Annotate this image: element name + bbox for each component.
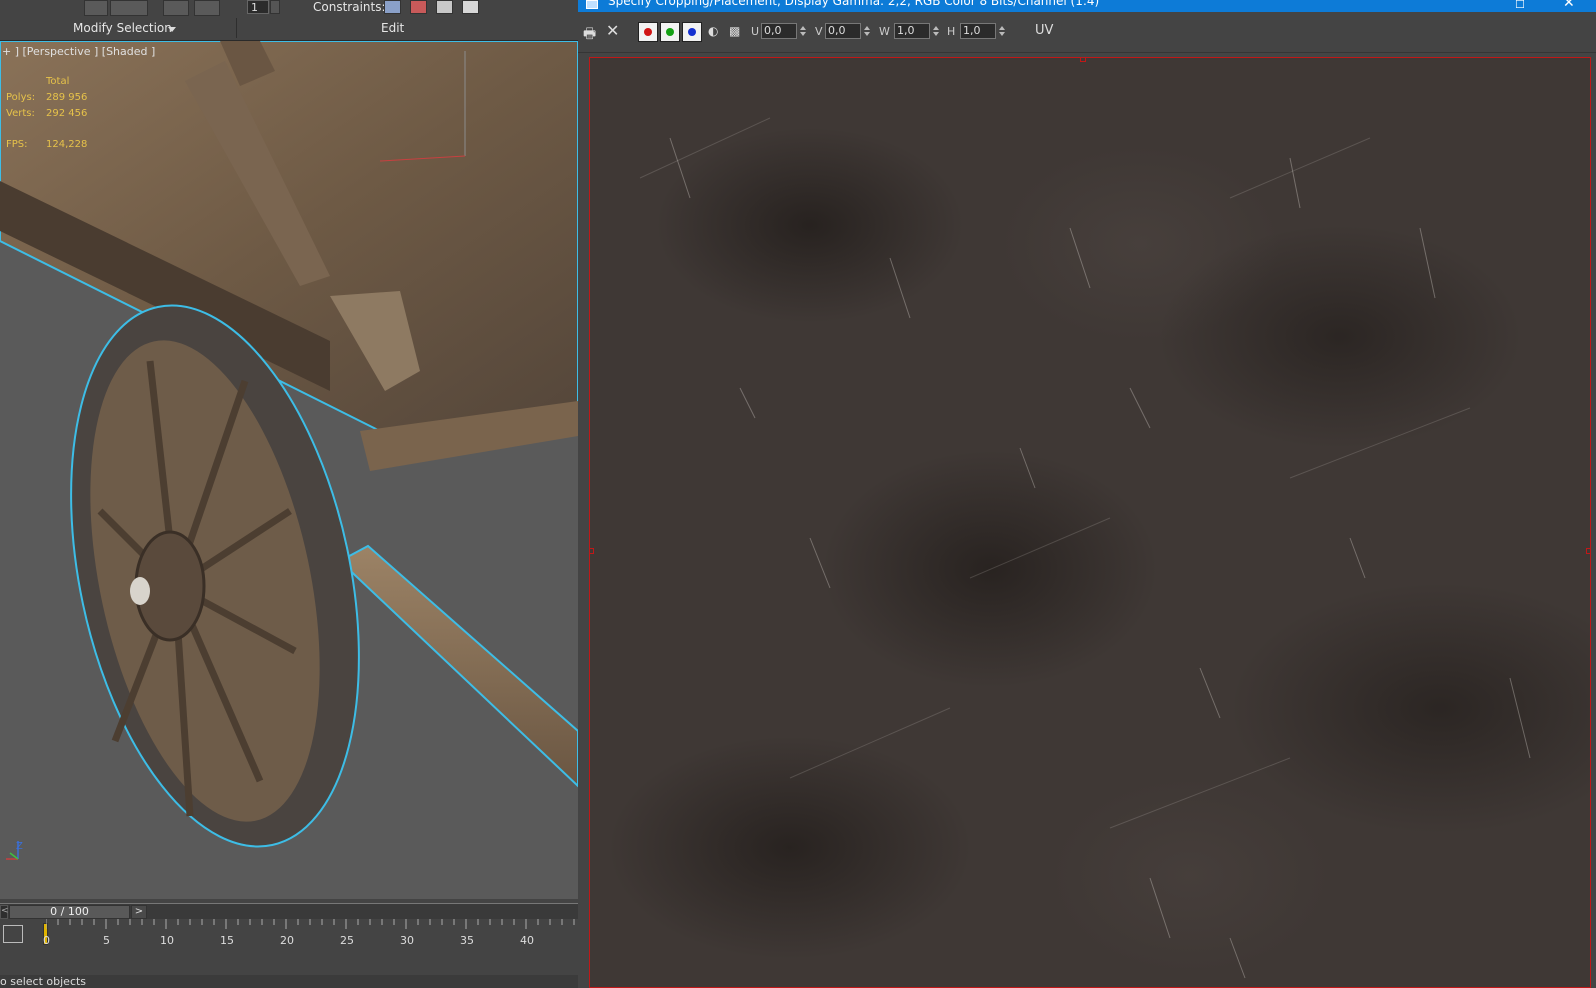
height-field[interactable]: 1,0 <box>960 23 996 39</box>
u-offset-field[interactable]: 0,0 <box>761 23 797 39</box>
green-channel-icon <box>666 28 674 36</box>
stats-total-header: Total <box>46 76 70 87</box>
cart-shaft <box>338 544 578 788</box>
stats-fps-value: 124,228 <box>46 139 88 150</box>
v-offset-field[interactable]: 0,0 <box>825 23 861 39</box>
red-channel-toggle[interactable] <box>638 22 658 42</box>
v-spinner-arrows[interactable] <box>863 23 871 39</box>
constraint-face-icon[interactable] <box>436 0 453 14</box>
monochrome-icon[interactable]: ◐ <box>708 24 718 38</box>
tick-label: 40 <box>520 934 534 947</box>
ribbon-button[interactable] <box>84 0 108 16</box>
time-slider[interactable]: < 0 / 100 > <box>0 903 578 920</box>
spinner-arrows[interactable] <box>270 0 280 14</box>
window-title: Specify Cropping/Placement, Display Gamm… <box>608 0 1100 8</box>
h-label: H <box>947 25 956 38</box>
edit-section-label[interactable]: Edit <box>381 20 404 36</box>
tick-label: 35 <box>460 934 474 947</box>
clear-background-icon[interactable]: ▩ <box>729 24 740 38</box>
curve-editor-icon[interactable] <box>3 925 23 943</box>
stats-verts-value: 292 456 <box>46 108 88 119</box>
constraint-edge-icon[interactable] <box>410 0 427 14</box>
max-main-area: 1 Constraints: Modify Selection Edit +]… <box>0 0 578 988</box>
stats-verts-label: Verts: <box>6 108 35 119</box>
time-slider-thumb[interactable]: 0 / 100 <box>9 905 130 919</box>
window-app-icon <box>586 0 598 9</box>
trackbar-ruler[interactable]: 0 5 10 15 20 25 30 35 40 <box>43 919 578 956</box>
stats-polys-label: Polys: <box>6 92 36 103</box>
tick-label: 0 <box>43 934 50 947</box>
stats-polys-value: 289 956 <box>46 92 88 103</box>
modify-selection-label[interactable]: Modify Selection <box>73 20 172 36</box>
stats-fps-label: FPS: <box>6 139 28 150</box>
specify-cropping-window: Specify Cropping/Placement, Display Gamm… <box>578 0 1596 988</box>
u-label: U <box>751 25 760 38</box>
time-slider-next-button[interactable]: > <box>131 905 147 919</box>
tick-label: 25 <box>340 934 354 947</box>
crop-handle-top[interactable] <box>1080 58 1086 62</box>
ribbon-dropdown-button[interactable] <box>110 0 148 16</box>
constraint-normal-icon[interactable] <box>462 0 479 14</box>
axis-y-line <box>9 852 19 860</box>
scratch-overlay <box>639 117 1531 979</box>
green-channel-toggle[interactable] <box>660 22 680 42</box>
constraint-none-icon[interactable] <box>384 0 401 14</box>
trackbar[interactable]: 0 5 10 15 20 25 30 35 40 <box>0 919 578 956</box>
v-label: V <box>815 25 823 38</box>
tick-label: 20 <box>280 934 294 947</box>
blue-channel-toggle[interactable] <box>682 22 702 42</box>
image-canvas-area[interactable] <box>578 53 1596 988</box>
print-icon[interactable]: 🖶 <box>583 23 596 47</box>
ribbon-button[interactable] <box>194 0 220 16</box>
chevron-down-icon[interactable] <box>168 27 176 32</box>
maximize-icon[interactable]: ☐ <box>1515 0 1525 11</box>
crop-toolbar: 🖶 ✕ ◐ ▩ U 0,0 V 0,0 W 1,0 H 1,0 UV <box>578 12 1596 53</box>
crop-handle-right[interactable] <box>1586 548 1590 554</box>
tick-label: 30 <box>400 934 414 947</box>
tick-label: 10 <box>160 934 174 947</box>
window-title-bar[interactable]: Specify Cropping/Placement, Display Gamm… <box>578 0 1596 12</box>
divider <box>236 18 237 38</box>
status-prompt: o select objects <box>0 975 87 988</box>
axis-z-label: Z <box>16 841 23 852</box>
wheel-axle-cap <box>130 577 150 605</box>
cart-render <box>0 41 578 860</box>
time-slider-prev-button[interactable]: < <box>0 905 9 919</box>
status-bar: o select objects <box>0 975 578 988</box>
ribbon-toolbar: 1 Constraints: Modify Selection Edit <box>0 0 578 41</box>
uv-toggle-button[interactable]: UV <box>1035 23 1053 38</box>
texture-image-crop-region[interactable] <box>589 57 1591 988</box>
w-label: W <box>879 25 890 38</box>
constraints-label: Constraints: <box>313 0 386 14</box>
width-field[interactable]: 1,0 <box>894 23 930 39</box>
u-spinner-arrows[interactable] <box>799 23 807 39</box>
ring-loop-spinner[interactable]: 1 <box>247 0 269 14</box>
crop-handle-left[interactable] <box>590 548 594 554</box>
w-spinner-arrows[interactable] <box>932 23 940 39</box>
blue-channel-icon <box>688 28 696 36</box>
perspective-viewport[interactable]: + ] [Perspective ] [Shaded ] Total Polys… <box>0 41 578 899</box>
ruler-ticks <box>46 919 575 929</box>
red-channel-icon <box>644 28 652 36</box>
close-icon[interactable]: ✕ <box>1563 0 1575 11</box>
clear-icon[interactable]: ✕ <box>606 21 619 40</box>
tick-label: 15 <box>220 934 234 947</box>
viewport-label[interactable]: + ] [Perspective ] [Shaded ] <box>2 45 155 58</box>
ribbon-button[interactable] <box>163 0 189 16</box>
h-spinner-arrows[interactable] <box>998 23 1006 39</box>
tick-label: 5 <box>103 934 110 947</box>
